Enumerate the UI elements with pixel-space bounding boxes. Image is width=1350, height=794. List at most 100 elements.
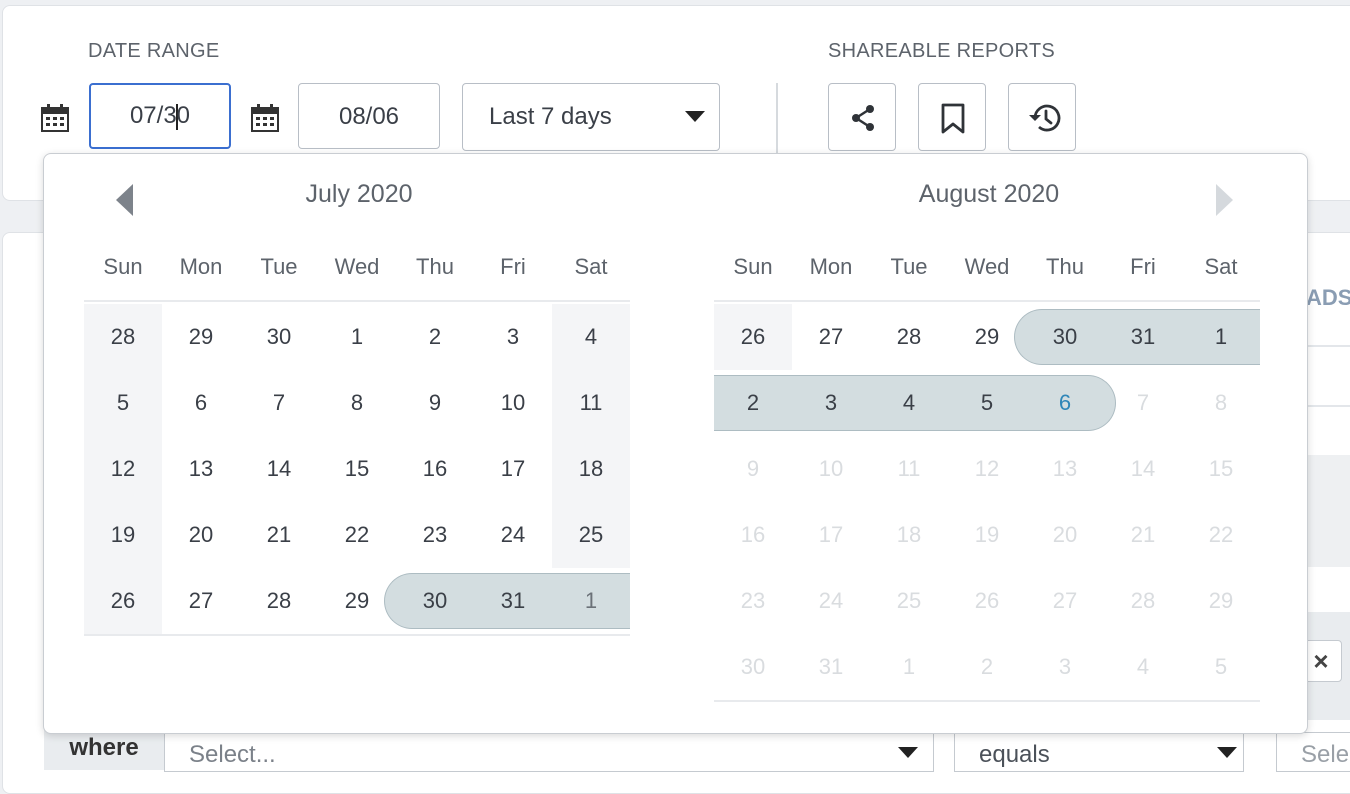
bookmark-button[interactable] bbox=[918, 83, 986, 151]
calendar-day[interactable]: 15 bbox=[318, 436, 396, 502]
calendar-day[interactable]: 19 bbox=[948, 502, 1026, 568]
calendar-day[interactable]: 3 bbox=[792, 370, 870, 436]
calendar-day[interactable]: 30 bbox=[396, 568, 474, 634]
share-icon bbox=[852, 105, 874, 131]
calendar-day[interactable]: 18 bbox=[870, 502, 948, 568]
calendar-day[interactable]: 23 bbox=[396, 502, 474, 568]
calendar-day[interactable]: 28 bbox=[240, 568, 318, 634]
calendar-day[interactable]: 10 bbox=[474, 370, 552, 436]
end-date-input[interactable]: 08/06 bbox=[298, 83, 440, 149]
calendar-day[interactable]: 7 bbox=[240, 370, 318, 436]
calendar-day[interactable]: 30 bbox=[1026, 304, 1104, 370]
calendar-day[interactable]: 2 bbox=[396, 304, 474, 370]
calendar-day[interactable]: 31 bbox=[474, 568, 552, 634]
calendar-day[interactable]: 14 bbox=[240, 436, 318, 502]
where-field-select[interactable]: Select... bbox=[164, 732, 934, 772]
calendar-day[interactable]: 5 bbox=[1182, 634, 1260, 700]
calendar-day[interactable]: 21 bbox=[240, 502, 318, 568]
chevron-down-icon bbox=[1217, 747, 1237, 758]
calendar-day[interactable]: 6 bbox=[1026, 370, 1104, 436]
calendar-day[interactable]: 22 bbox=[1182, 502, 1260, 568]
date-picker-popup: July 2020 August 2020 Sun Mon Tue Wed Thu Fri… bbox=[43, 153, 1308, 734]
calendar-day[interactable]: 30 bbox=[240, 304, 318, 370]
share-button[interactable] bbox=[828, 83, 896, 151]
calendar-day[interactable]: 20 bbox=[1026, 502, 1104, 568]
value-input[interactable]: Sele bbox=[1276, 732, 1350, 772]
calendar-day[interactable]: 2 bbox=[714, 370, 792, 436]
calendar-day[interactable]: 16 bbox=[714, 502, 792, 568]
calendar-day[interactable]: 29 bbox=[162, 304, 240, 370]
calendar-day[interactable]: 23 bbox=[714, 568, 792, 634]
calendar-day[interactable]: 13 bbox=[1026, 436, 1104, 502]
calendar-day[interactable]: 3 bbox=[474, 304, 552, 370]
calendar-day[interactable]: 22 bbox=[318, 502, 396, 568]
calendar-day[interactable]: 11 bbox=[552, 370, 630, 436]
grid-divider bbox=[84, 300, 630, 302]
calendar-day[interactable]: 20 bbox=[162, 502, 240, 568]
calendar-day[interactable]: 4 bbox=[1104, 634, 1182, 700]
where-field-placeholder: Select... bbox=[189, 741, 276, 768]
calendar-day[interactable]: 27 bbox=[162, 568, 240, 634]
date-range-label: DATE RANGE bbox=[88, 40, 220, 62]
calendar-day[interactable]: 13 bbox=[162, 436, 240, 502]
calendar-day[interactable]: 18 bbox=[552, 436, 630, 502]
calendar-day[interactable]: 2 bbox=[948, 634, 1026, 700]
calendar-day[interactable]: 26 bbox=[714, 304, 792, 370]
calendar-day[interactable]: 9 bbox=[396, 370, 474, 436]
calendar-day[interactable]: 1 bbox=[552, 568, 630, 634]
calendar-day[interactable]: 1 bbox=[318, 304, 396, 370]
calendar-day[interactable]: 6 bbox=[162, 370, 240, 436]
calendar-day[interactable]: 11 bbox=[870, 436, 948, 502]
calendar-day[interactable]: 28 bbox=[1104, 568, 1182, 634]
calendar-day[interactable]: 29 bbox=[948, 304, 1026, 370]
calendar-day[interactable]: 12 bbox=[948, 436, 1026, 502]
calendar-day[interactable]: 4 bbox=[870, 370, 948, 436]
calendar-day[interactable]: 5 bbox=[948, 370, 1026, 436]
calendar-day[interactable]: 8 bbox=[1182, 370, 1260, 436]
calendar-day[interactable]: 5 bbox=[84, 370, 162, 436]
calendar-day[interactable]: 29 bbox=[1182, 568, 1260, 634]
calendar-day[interactable]: 28 bbox=[84, 304, 162, 370]
operator-select[interactable]: equals bbox=[954, 732, 1244, 772]
calendar-day[interactable]: 14 bbox=[1104, 436, 1182, 502]
calendar-day[interactable]: 4 bbox=[552, 304, 630, 370]
weekday-header: Tue bbox=[890, 254, 928, 279]
calendar-day[interactable]: 30 bbox=[714, 634, 792, 700]
row-divider bbox=[1306, 405, 1350, 407]
calendar-day[interactable]: 27 bbox=[792, 304, 870, 370]
calendar-day[interactable]: 25 bbox=[870, 568, 948, 634]
calendar-day[interactable]: 15 bbox=[1182, 436, 1260, 502]
calendar-day[interactable]: 9 bbox=[714, 436, 792, 502]
calendar-day[interactable]: 29 bbox=[318, 568, 396, 634]
calendar-day[interactable]: 17 bbox=[474, 436, 552, 502]
calendar-day[interactable]: 26 bbox=[84, 568, 162, 634]
weekday-header: Mon bbox=[179, 254, 223, 279]
calendar-day[interactable]: 27 bbox=[1026, 568, 1104, 634]
weekday-header: Tue bbox=[260, 254, 298, 279]
calendar-day[interactable]: 1 bbox=[1182, 304, 1260, 370]
calendar-icon[interactable] bbox=[40, 103, 70, 133]
calendar-day[interactable]: 21 bbox=[1104, 502, 1182, 568]
start-date-input[interactable]: 07/30 bbox=[89, 83, 231, 149]
calendar-day[interactable]: 31 bbox=[792, 634, 870, 700]
calendar-day[interactable]: 12 bbox=[84, 436, 162, 502]
calendar-day[interactable]: 17 bbox=[792, 502, 870, 568]
history-button[interactable] bbox=[1008, 83, 1076, 151]
calendar-day[interactable]: 24 bbox=[474, 502, 552, 568]
calendar-day[interactable]: 28 bbox=[870, 304, 948, 370]
calendar-day[interactable]: 19 bbox=[84, 502, 162, 568]
weekday-header: Mon bbox=[809, 254, 853, 279]
calendar-day[interactable]: 3 bbox=[1026, 634, 1104, 700]
calendar-day[interactable]: 31 bbox=[1104, 304, 1182, 370]
calendar-day[interactable]: 7 bbox=[1104, 370, 1182, 436]
calendar-day[interactable]: 8 bbox=[318, 370, 396, 436]
calendar-day[interactable]: 16 bbox=[396, 436, 474, 502]
calendar-day[interactable]: 25 bbox=[552, 502, 630, 568]
calendar-icon[interactable] bbox=[250, 103, 280, 133]
calendar-day[interactable]: 1 bbox=[870, 634, 948, 700]
date-preset-select[interactable]: Last 7 days bbox=[462, 83, 720, 151]
grid-divider bbox=[714, 700, 1260, 702]
calendar-day[interactable]: 24 bbox=[792, 568, 870, 634]
calendar-day[interactable]: 26 bbox=[948, 568, 1026, 634]
calendar-day[interactable]: 10 bbox=[792, 436, 870, 502]
